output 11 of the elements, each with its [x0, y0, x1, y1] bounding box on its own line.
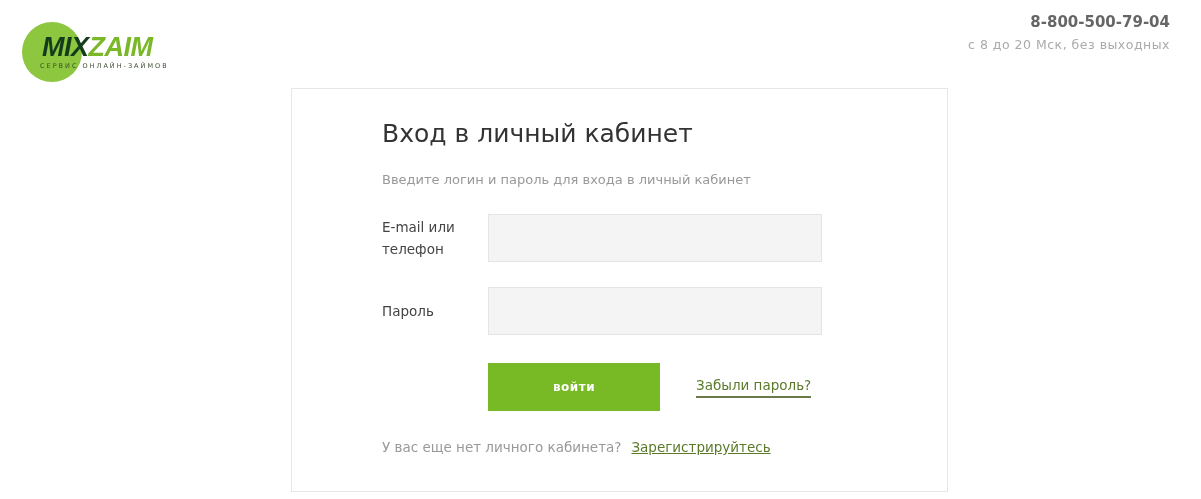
- field-label: Пароль: [382, 302, 435, 321]
- login-title: Вход в личный кабинет: [382, 119, 694, 148]
- forgot-password-link[interactable]: Забыли пароль?: [696, 376, 812, 398]
- register-prompt: У вас еще нет личного кабинета?: [382, 439, 622, 455]
- phone-number: 8-800-500-79-04: [1029, 13, 1170, 31]
- field-label: E-mail или телефон: [382, 218, 456, 259]
- register-link[interactable]: Зарегистрируйтесь: [631, 439, 771, 455]
- input-field[interactable]: [488, 287, 822, 335]
- input-field[interactable]: [488, 214, 822, 262]
- login-subtitle: Введите логин и пароль для входа в личный кабинет: [382, 172, 752, 187]
- working-hours: с 8 до 20 Мск, без выходных: [968, 37, 1170, 52]
